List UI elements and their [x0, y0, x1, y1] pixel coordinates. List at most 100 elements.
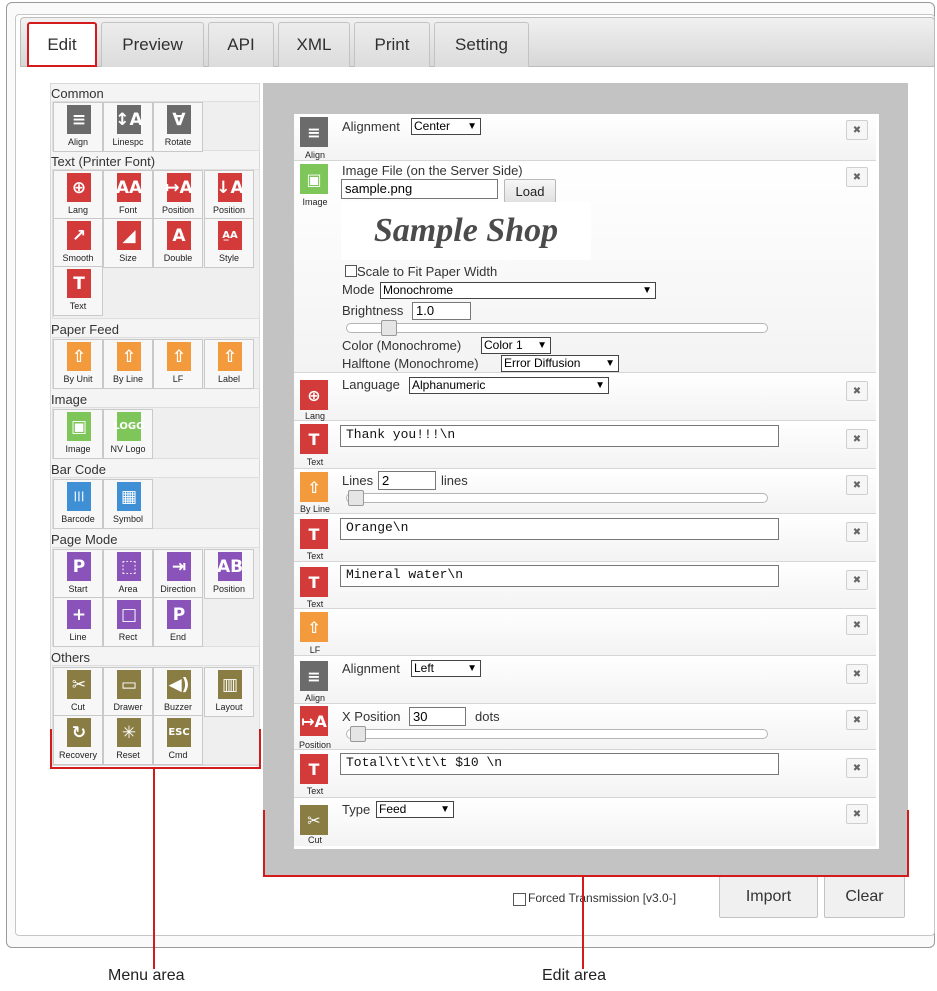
dots-unit: dots [475, 709, 500, 724]
menu-tool-style[interactable]: A̲A Style [204, 218, 254, 268]
menu-tool-label[interactable]: ⇧ Label [204, 339, 254, 389]
import-button[interactable]: Import [719, 876, 818, 918]
tab-preview[interactable]: Preview [101, 22, 204, 67]
delete-button[interactable]: ✖ [846, 664, 868, 684]
position-slider[interactable] [346, 726, 768, 742]
tab-xml[interactable]: XML [278, 22, 350, 67]
menu-tool-label: Layout [215, 702, 243, 712]
menu-tool-font[interactable]: AA Font [103, 170, 153, 220]
menu-tool-buzzer[interactable]: ◀) Buzzer [153, 667, 203, 717]
menu-tool-lf[interactable]: ⇧ LF [153, 339, 203, 389]
menu-tool-layout[interactable]: ▥ Layout [204, 667, 254, 717]
clear-button[interactable]: Clear [824, 876, 905, 918]
menu-tool-end[interactable]: P End [153, 597, 203, 647]
image-icon: ▣ [67, 412, 91, 441]
brightness-slider[interactable] [346, 320, 768, 336]
menu-tool-start[interactable]: P Start [53, 549, 103, 599]
menu-tool-rotate[interactable]: ∀ Rotate [153, 102, 203, 152]
load-button[interactable]: Load [504, 179, 556, 203]
menu-tool-reset[interactable]: ✳ Reset [103, 715, 153, 765]
menu-tool-by-unit[interactable]: ⇧ By Unit [53, 339, 103, 389]
alignment-select[interactable]: Left ▼ [411, 660, 481, 677]
edit-row-position: ↦A Position X Position 30 dots ✖ [294, 704, 876, 750]
brightness-input[interactable]: 1.0 [412, 302, 471, 320]
size-icon: ◢ [117, 221, 141, 250]
menu-tool-cut[interactable]: ✂ Cut [53, 667, 103, 717]
menu-tool-recovery[interactable]: ↻ Recovery [53, 715, 103, 765]
menu-tool-symbol[interactable]: ▦ Symbol [103, 479, 153, 529]
menu-tool-cmd[interactable]: ESC Cmd [153, 715, 203, 765]
text-input[interactable]: Orange\n [340, 518, 779, 540]
menu-tool-by-line[interactable]: ⇧ By Line [103, 339, 153, 389]
lines-input[interactable]: 2 [378, 471, 436, 490]
x-position-input[interactable]: 30 [409, 707, 466, 726]
delete-button[interactable]: ✖ [846, 120, 868, 140]
edit-row-text: T Text Orange\n ✖ [294, 514, 876, 562]
symbol-icon: ▦ [117, 482, 141, 511]
text-input[interactable]: Total\t\t\t\t $10 \n [340, 753, 779, 775]
cut-type-select[interactable]: Feed ▼ [376, 801, 454, 818]
delete-button[interactable]: ✖ [846, 475, 868, 495]
cmd-icon: ESC [167, 718, 191, 747]
delete-button[interactable]: ✖ [846, 710, 868, 730]
mode-select[interactable]: Monochrome ▼ [380, 282, 656, 299]
menu-tool-position[interactable]: AB Position [204, 549, 254, 599]
menu-tool-direction[interactable]: ⇥ Direction [153, 549, 203, 599]
menu-tool-position[interactable]: ↦A Position [153, 170, 203, 220]
align-icon: ≡ [300, 661, 328, 691]
tab-print[interactable]: Print [354, 22, 430, 67]
menu-tool-label: Size [119, 253, 137, 263]
layout-icon: ▥ [218, 670, 242, 699]
menu-tool-align[interactable]: ≡ Align [53, 102, 103, 152]
row-label: Text [306, 457, 324, 467]
forced-transmission-checkbox[interactable] [513, 893, 526, 906]
image-file-input[interactable]: sample.png [341, 179, 498, 199]
menu-tool-line[interactable]: + Line [53, 597, 103, 647]
delete-button[interactable]: ✖ [846, 758, 868, 778]
menu-tool-label: Text [69, 301, 87, 311]
scissors-icon: ✂ [300, 805, 328, 835]
color-select[interactable]: Color 1 ▼ [481, 337, 551, 354]
slider-thumb[interactable] [381, 320, 397, 336]
lines-slider[interactable] [346, 490, 768, 506]
menu-tool-label: Double [163, 253, 193, 263]
menu-tool-double[interactable]: A Double [153, 218, 203, 268]
text-input[interactable]: Mineral water\n [340, 565, 779, 587]
delete-button[interactable]: ✖ [846, 522, 868, 542]
menu-tool-position[interactable]: ↓A Position [204, 170, 254, 220]
mode-label: Mode [342, 282, 375, 297]
lf-icon: ⇧ [167, 342, 191, 371]
alignment-select[interactable]: Center ▼ [411, 118, 481, 135]
menu-tool-linespc[interactable]: ↕A Linespc [103, 102, 153, 152]
globe-icon: ⊕ [300, 380, 328, 410]
menu-tool-label: Align [67, 137, 88, 147]
delete-button[interactable]: ✖ [846, 429, 868, 449]
menu-tool-label: Smooth [62, 253, 94, 263]
language-select[interactable]: Alphanumeric ▼ [409, 377, 609, 394]
menu-tool-nv-logo[interactable]: LOGO NV Logo [103, 409, 153, 459]
tab-setting[interactable]: Setting [434, 22, 529, 67]
menu-tool-lang[interactable]: ⊕ Lang [53, 170, 103, 220]
menu-area-bracket [259, 729, 261, 769]
delete-button[interactable]: ✖ [846, 570, 868, 590]
menu-tool-barcode[interactable]: ||| Barcode [53, 479, 103, 529]
menu-tool-smooth[interactable]: ↗ Smooth [53, 218, 103, 268]
tab-edit[interactable]: Edit [27, 22, 97, 67]
halftone-select[interactable]: Error Diffusion ▼ [501, 355, 619, 372]
menu-tool-text[interactable]: T Text [53, 266, 103, 316]
delete-button[interactable]: ✖ [846, 381, 868, 401]
tab-api[interactable]: API [208, 22, 274, 67]
menu-tool-image[interactable]: ▣ Image [53, 409, 103, 459]
menu-tool-size[interactable]: ◢ Size [103, 218, 153, 268]
text-input[interactable]: Thank you!!!\n [340, 425, 779, 447]
delete-button[interactable]: ✖ [846, 804, 868, 824]
slider-thumb[interactable] [348, 490, 364, 506]
scale-checkbox[interactable] [345, 265, 357, 277]
lines-label: Lines [342, 473, 374, 488]
slider-thumb[interactable] [350, 726, 366, 742]
menu-tool-area[interactable]: ⬚ Area [103, 549, 153, 599]
menu-tool-drawer[interactable]: ▭ Drawer [103, 667, 153, 717]
delete-button[interactable]: ✖ [846, 167, 868, 187]
delete-button[interactable]: ✖ [846, 615, 868, 635]
menu-tool-rect[interactable]: □ Rect [103, 597, 153, 647]
